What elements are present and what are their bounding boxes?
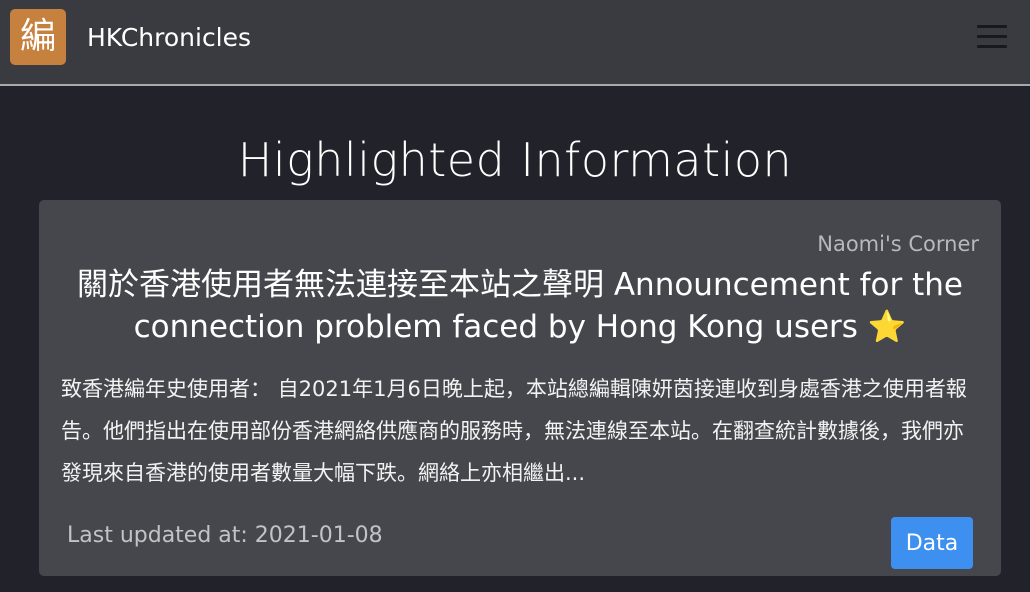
site-logo[interactable]: 編 (10, 9, 66, 65)
page-title: Highlighted Information (237, 133, 793, 187)
star-icon: ⭐ (867, 309, 907, 345)
card-excerpt: 致香港編年史使用者： 自2021年1月6日晚上起，本站總編輯陳妍茵接連收到身處香… (61, 377, 967, 485)
card-category[interactable]: Naomi's Corner (817, 231, 979, 257)
highlight-card: Naomi's Corner 關於香港使用者無法連接至本站之聲明 Announc… (39, 200, 1001, 576)
card-title-text[interactable]: 關於香港使用者無法連接至本站之聲明 Announcement for the c… (77, 267, 963, 345)
last-updated: Last updated at: 2021-01-08 (67, 523, 383, 548)
navbar: 編 HKChronicles (0, 0, 1030, 86)
card-title[interactable]: 關於香港使用者無法連接至本站之聲明 Announcement for the c… (67, 264, 973, 348)
site-brand[interactable]: HKChronicles (87, 22, 251, 54)
data-button[interactable]: Data (891, 517, 973, 569)
hamburger-menu-icon[interactable] (974, 20, 1010, 54)
